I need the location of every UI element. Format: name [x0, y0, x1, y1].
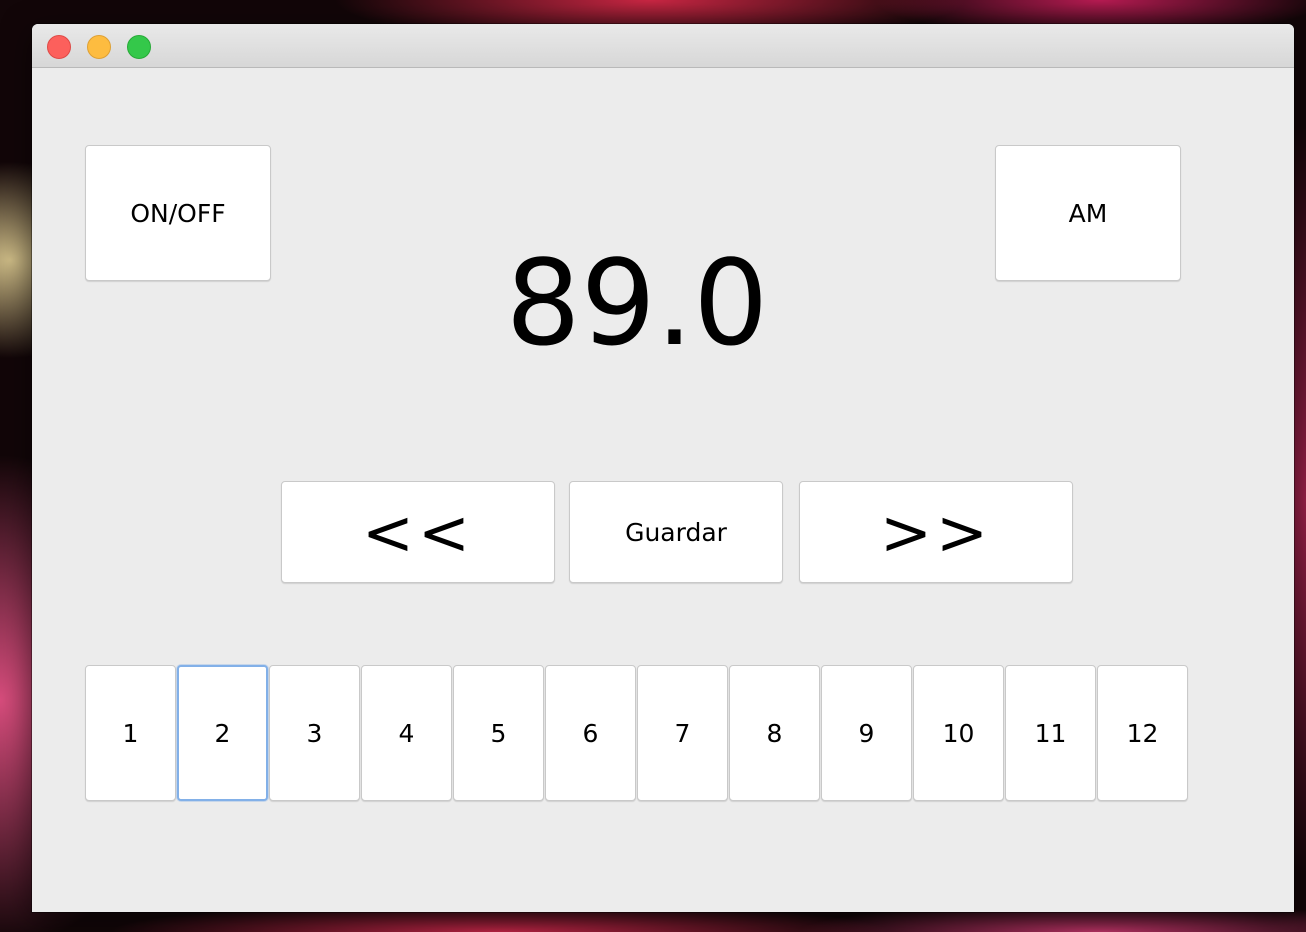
zoom-window-icon[interactable]	[127, 35, 151, 59]
preset-button-3[interactable]: 3	[269, 665, 360, 801]
preset-button-6[interactable]: 6	[545, 665, 636, 801]
seek-back-button[interactable]: <<	[281, 481, 555, 583]
frequency-display: 89.0	[505, 234, 769, 372]
preset-button-5[interactable]: 5	[453, 665, 544, 801]
band-toggle-button[interactable]: AM	[995, 145, 1181, 281]
power-button[interactable]: ON/OFF	[85, 145, 271, 281]
preset-button-10[interactable]: 10	[913, 665, 1004, 801]
preset-button-8[interactable]: 8	[729, 665, 820, 801]
radio-panel: ON/OFF AM 89.0 << Guardar >> 1 2 3 4 5 6…	[32, 68, 1294, 912]
preset-button-2[interactable]: 2	[177, 665, 268, 801]
title-bar[interactable]	[32, 24, 1294, 68]
minimize-window-icon[interactable]	[87, 35, 111, 59]
preset-button-11[interactable]: 11	[1005, 665, 1096, 801]
preset-button-4[interactable]: 4	[361, 665, 452, 801]
save-button[interactable]: Guardar	[569, 481, 783, 583]
close-window-icon[interactable]	[47, 35, 71, 59]
preset-button-7[interactable]: 7	[637, 665, 728, 801]
preset-button-1[interactable]: 1	[85, 665, 176, 801]
preset-button-12[interactable]: 12	[1097, 665, 1188, 801]
preset-button-9[interactable]: 9	[821, 665, 912, 801]
preset-bar: 1 2 3 4 5 6 7 8 9 10 11 12	[85, 665, 1189, 801]
app-window: ON/OFF AM 89.0 << Guardar >> 1 2 3 4 5 6…	[32, 24, 1294, 912]
seek-forward-button[interactable]: >>	[799, 481, 1073, 583]
